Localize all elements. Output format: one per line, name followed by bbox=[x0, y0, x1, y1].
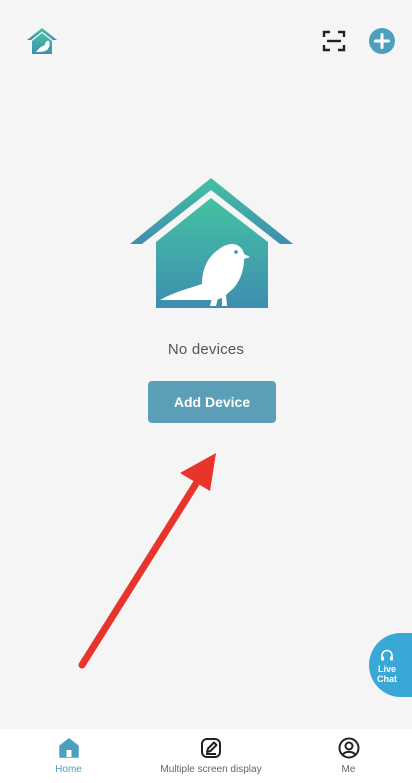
edit-icon bbox=[201, 738, 221, 758]
scan-icon[interactable] bbox=[322, 29, 346, 53]
live-chat-label-line2: Chat bbox=[377, 674, 397, 684]
tab-multiple-screen-display[interactable]: Multiple screen display bbox=[137, 729, 285, 783]
plus-circle-icon[interactable] bbox=[369, 28, 395, 54]
user-icon bbox=[338, 737, 359, 759]
bird-house-illustration bbox=[130, 178, 293, 308]
live-chat-button[interactable]: Live Chat bbox=[369, 633, 412, 697]
tab-home-label: Home bbox=[55, 764, 82, 775]
tab-multiple-screen-display-label: Multiple screen display bbox=[160, 764, 262, 775]
add-device-button[interactable]: Add Device bbox=[148, 381, 276, 423]
live-chat-label-line1: Live bbox=[377, 664, 396, 674]
tab-me-label: Me bbox=[341, 764, 356, 775]
bottom-tab-bar: Home Multiple screen display Me bbox=[0, 729, 412, 783]
headset-icon bbox=[381, 649, 393, 661]
home-icon bbox=[58, 738, 79, 758]
tab-me[interactable]: Me bbox=[285, 729, 412, 783]
annotation-arrow-icon bbox=[78, 453, 216, 669]
empty-state-text: No devices bbox=[167, 341, 245, 358]
tab-home[interactable]: Home bbox=[0, 729, 137, 783]
bird-house-icon[interactable] bbox=[26, 27, 58, 55]
app-screen: No devices Add Device Live Chat Home Mul… bbox=[0, 0, 412, 783]
